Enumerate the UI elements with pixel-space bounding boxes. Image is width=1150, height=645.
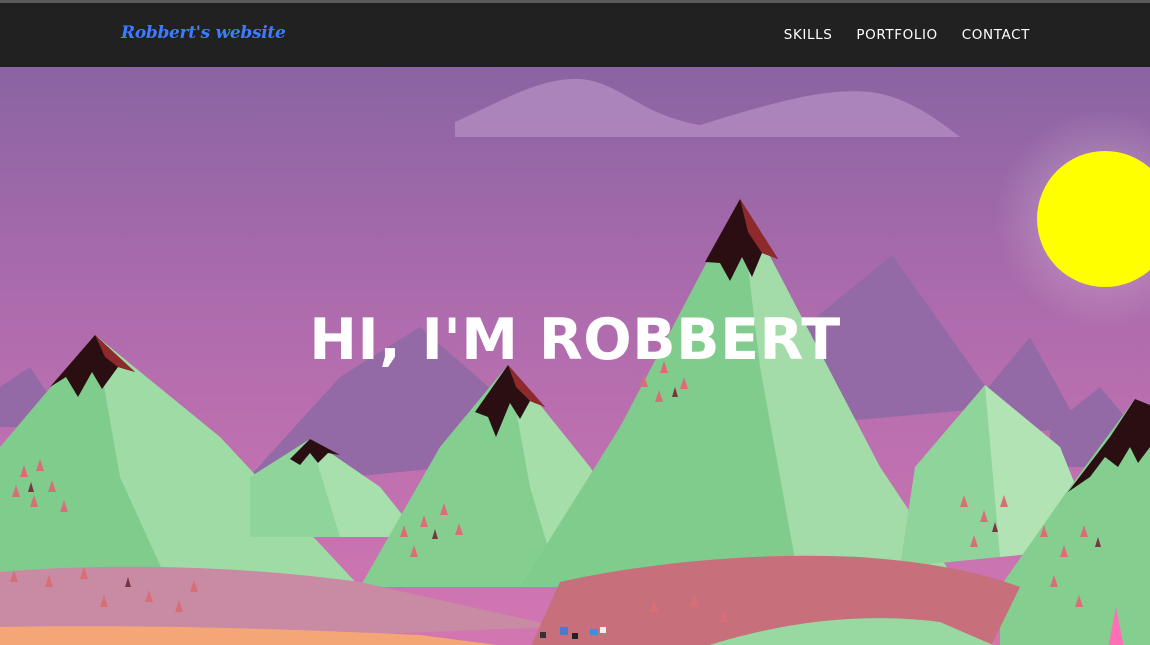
nav-link-portfolio[interactable]: PORTFOLIO [856, 27, 937, 43]
hero-title: HI, I'M ROBBERT [309, 307, 841, 373]
nav-links: SKILLS PORTFOLIO CONTACT [784, 27, 1030, 43]
nav-link-contact[interactable]: CONTACT [962, 27, 1030, 43]
brand-logo[interactable]: Robbert's website [121, 23, 286, 43]
hero-section: HI, I'M ROBBERT [0, 67, 1150, 645]
nav-link-skills[interactable]: SKILLS [784, 27, 833, 43]
browser-viewport: Robbert's website SKILLS PORTFOLIO CONTA… [0, 0, 1150, 645]
navbar: Robbert's website SKILLS PORTFOLIO CONTA… [0, 3, 1150, 67]
